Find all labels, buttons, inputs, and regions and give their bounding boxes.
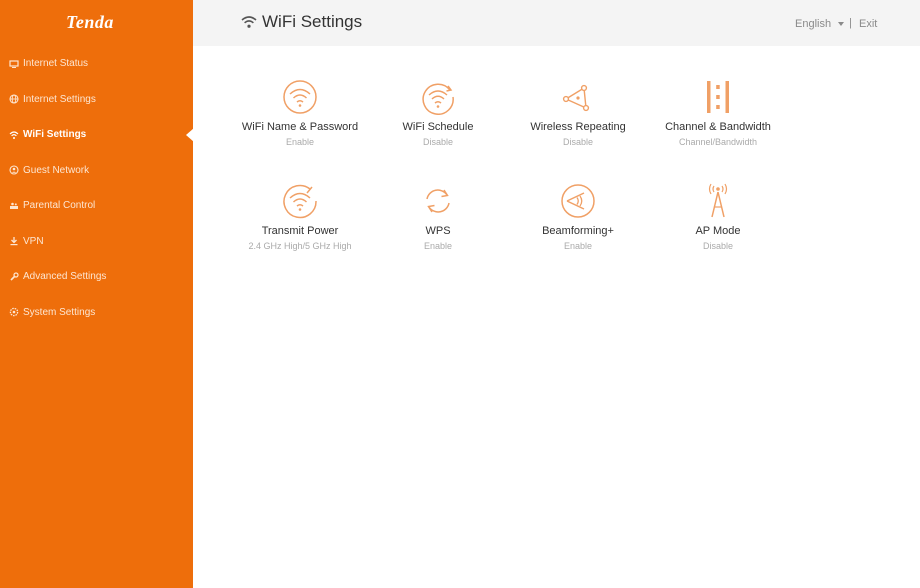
sidebar-item-parental-control[interactable]: Parental Control xyxy=(0,188,193,224)
tile-name: Wireless Repeating xyxy=(530,121,626,133)
header-separator: | xyxy=(849,17,852,29)
page-header: WiFi Settings English | Exit xyxy=(193,0,920,46)
tile-status: Disable xyxy=(702,241,733,251)
sidebar-item-label: Parental Control xyxy=(23,200,96,212)
tenda-logo: Tenda xyxy=(66,12,114,32)
sidebar-item-label: Internet Settings xyxy=(23,93,96,105)
tile-wifi-schedule[interactable]: WiFi Schedule Disable xyxy=(358,79,518,175)
tile-name: WiFi Schedule xyxy=(402,121,474,133)
tile-beamforming[interactable]: Beamforming+ Enable xyxy=(498,183,658,279)
sidebar-item-advanced-settings[interactable]: Advanced Settings xyxy=(0,259,193,295)
sidebar-item-label: WiFi Settings xyxy=(23,129,87,141)
tile-transmit-power[interactable]: Transmit Power 2.4 GHz High/5 GHz High xyxy=(220,183,380,279)
sidebar-item-system-settings[interactable]: System Settings xyxy=(0,295,193,331)
monitor-icon xyxy=(9,59,19,69)
wifi-icon xyxy=(9,130,19,140)
wrench-icon xyxy=(9,272,19,282)
tile-name: WPS xyxy=(425,225,451,237)
transmit-power-icon xyxy=(282,183,318,219)
tile-status: 2.4 GHz High/5 GHz High xyxy=(248,241,352,251)
tile-wps[interactable]: WPS Enable xyxy=(358,183,518,279)
tile-status: Channel/Bandwidth xyxy=(678,137,758,147)
parental-icon xyxy=(9,201,19,211)
vpn-icon xyxy=(9,236,19,246)
repeater-icon xyxy=(560,79,596,115)
sidebar-item-internet-status[interactable]: Internet Status xyxy=(0,46,193,82)
wifi-icon xyxy=(241,16,257,28)
globe-icon xyxy=(9,94,19,104)
tile-status: Disable xyxy=(562,137,593,147)
tile-name: Channel & Bandwidth xyxy=(665,121,771,133)
tile-channel-bandwidth[interactable]: Channel & Bandwidth Channel/Bandwidth xyxy=(638,79,798,175)
beamforming-icon xyxy=(560,183,596,219)
sidebar-item-guest-network[interactable]: Guest Network xyxy=(0,153,193,189)
tile-status: Enable xyxy=(285,137,315,147)
sidebar-item-label: VPN xyxy=(23,235,44,247)
wifi-schedule-icon xyxy=(420,79,456,115)
tile-name: AP Mode xyxy=(695,225,741,237)
tile-name: WiFi Name & Password xyxy=(241,121,359,133)
sidebar-item-internet-settings[interactable]: Internet Settings xyxy=(0,82,193,118)
tile-name: Transmit Power xyxy=(261,225,339,237)
page-title: WiFi Settings xyxy=(262,12,363,31)
exit-link[interactable]: Exit xyxy=(859,18,877,30)
chevron-down-icon xyxy=(838,22,845,26)
tile-status: Enable xyxy=(563,241,593,251)
tile-name: Beamforming+ xyxy=(542,225,614,237)
gear-icon xyxy=(9,307,19,317)
guest-icon xyxy=(9,165,19,175)
tile-status: Disable xyxy=(422,137,453,147)
sidebar-item-label: Guest Network xyxy=(23,164,90,176)
tile-wifi-name-password[interactable]: WiFi Name & Password Enable xyxy=(220,79,380,175)
sidebar-item-label: Advanced Settings xyxy=(23,271,107,283)
sidebar-item-label: System Settings xyxy=(23,306,96,318)
wifi-circle-icon xyxy=(282,79,318,115)
sidebar-item-label: Internet Status xyxy=(23,58,89,70)
language-label: English xyxy=(795,18,832,30)
sidebar-item-vpn[interactable]: VPN xyxy=(0,224,193,260)
wps-refresh-icon xyxy=(420,183,456,219)
sidebar-nav: Internet Status Internet Settings WiFi S… xyxy=(0,46,194,331)
tile-wireless-repeating[interactable]: Wireless Repeating Disable xyxy=(498,79,658,175)
tile-status: Enable xyxy=(423,241,453,251)
active-indicator xyxy=(186,127,194,142)
sidebar-item-wifi-settings[interactable]: WiFi Settings xyxy=(0,117,194,153)
antenna-icon xyxy=(700,183,736,219)
channel-bars-icon xyxy=(700,79,736,115)
tile-ap-mode[interactable]: AP Mode Disable xyxy=(638,183,798,279)
language-select[interactable]: English xyxy=(795,18,845,30)
sidebar: Tenda Internet Status Internet Settings … xyxy=(0,0,194,588)
